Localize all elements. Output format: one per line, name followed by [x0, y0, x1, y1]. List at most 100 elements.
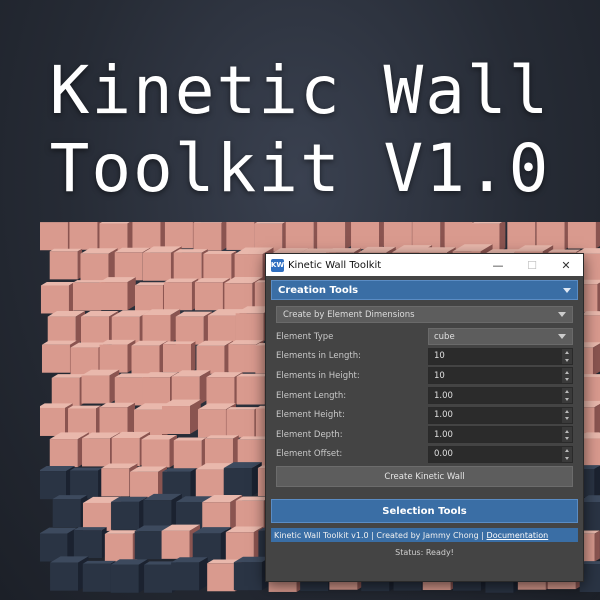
spin-arrows-icon[interactable] [562, 446, 572, 462]
cube-block [173, 437, 207, 469]
element-offset-spinbox[interactable]: 0.00 [428, 445, 573, 463]
spin-arrows-icon[interactable] [562, 348, 572, 364]
creation-tools-header[interactable]: Creation Tools [271, 280, 578, 300]
spin-arrows-icon[interactable] [562, 388, 572, 404]
spin-arrows-icon[interactable] [562, 427, 572, 443]
close-button[interactable]: ✕ [549, 259, 583, 272]
creation-tools-label: Creation Tools [278, 284, 359, 296]
credit-text: Kinetic Wall Toolkit v1.0 | Created by J… [274, 530, 484, 540]
cube-block [82, 560, 116, 592]
cube-block [173, 249, 208, 281]
chevron-down-icon [558, 334, 566, 340]
cube-block [70, 467, 103, 499]
elements-in-height-spinbox[interactable]: 10 [428, 367, 573, 385]
creation-mode-value: Create by Element Dimensions [283, 309, 415, 320]
app-logo-icon: KW [271, 258, 284, 272]
cube-block [192, 527, 232, 562]
cube-block [50, 556, 89, 591]
cube-block [40, 222, 73, 251]
element-height-label: Element Height: [276, 410, 345, 421]
element-offset-value: 0.00 [434, 449, 453, 460]
element-depth-value: 1.00 [434, 429, 453, 440]
cube-block [171, 370, 211, 405]
element-length-row: Element Length: 1.00 [276, 386, 573, 406]
cube-block [40, 403, 73, 436]
cube-block [162, 341, 196, 373]
documentation-link[interactable]: Documentation [487, 531, 549, 540]
status-text: Status: Ready! [395, 548, 454, 558]
element-depth-row: Element Depth: 1.00 [276, 425, 573, 445]
create-kinetic-wall-button[interactable]: Create Kinetic Wall [276, 466, 573, 488]
cube-block [141, 434, 177, 468]
cube-block [47, 311, 86, 345]
elements-in-height-label: Elements in Height: [276, 370, 360, 381]
cube-block [204, 435, 239, 467]
cube-block [99, 222, 137, 252]
cube-block [171, 557, 208, 591]
window-title: Kinetic Wall Toolkit [288, 259, 382, 271]
cube-block [567, 222, 600, 249]
cube-block [104, 530, 139, 562]
cube-block [99, 277, 136, 311]
hero-title: Kinetic Wall Toolkit V1.0 [0, 52, 600, 208]
elements-in-length-row: Elements in Length: 10 [276, 347, 573, 367]
element-length-value: 1.00 [434, 390, 453, 401]
cube-block [49, 248, 83, 280]
cube-block [225, 526, 264, 561]
maximize-button[interactable]: ☐ [515, 259, 549, 272]
cube-block [40, 281, 75, 314]
cube-block [40, 466, 75, 500]
element-depth-label: Element Depth: [276, 429, 343, 440]
elements-in-length-spinbox[interactable]: 10 [428, 347, 573, 365]
cube-block [203, 250, 237, 282]
cube-block [52, 495, 88, 528]
cube-block [81, 369, 120, 404]
hero-title-line-2: Toolkit V1.0 [49, 130, 551, 207]
elements-in-length-value: 10 [434, 351, 445, 362]
chevron-down-icon [558, 312, 566, 317]
element-type-value: cube [434, 331, 455, 342]
credit-line: Kinetic Wall Toolkit v1.0 | Created by J… [271, 528, 578, 543]
cube-block [223, 462, 262, 497]
hero-title-line-1: Kinetic Wall [49, 52, 551, 129]
element-offset-row: Element Offset: 0.00 [276, 445, 573, 465]
element-length-label: Element Length: [276, 390, 347, 401]
cube-block [142, 309, 181, 343]
creation-fields: Element Type cube Elements in Length: 10… [276, 327, 573, 464]
cube-block [99, 339, 136, 373]
cube-block [317, 222, 354, 250]
window-titlebar[interactable]: KW Kinetic Wall Toolkit — ☐ ✕ [266, 254, 583, 276]
cube-block [162, 399, 201, 435]
spin-arrows-icon[interactable] [562, 368, 572, 384]
collapse-arrow-icon [563, 287, 571, 293]
cube-block [68, 405, 101, 437]
cube-block [196, 340, 233, 374]
cube-block [131, 340, 168, 374]
element-type-label: Element Type [276, 331, 334, 342]
cube-block [51, 374, 86, 406]
cube-block [99, 402, 135, 436]
cube-block [351, 222, 385, 250]
elements-in-height-value: 10 [434, 370, 445, 381]
toolkit-window: KW Kinetic Wall Toolkit — ☐ ✕ Creation T… [265, 253, 584, 582]
element-type-dropdown[interactable]: cube [428, 328, 573, 346]
spin-arrows-icon[interactable] [562, 407, 572, 423]
cube-block [134, 282, 169, 314]
cube-block [175, 311, 213, 345]
creation-mode-dropdown[interactable]: Create by Element Dimensions [276, 306, 573, 323]
cube-block [80, 248, 118, 282]
element-height-value: 1.00 [434, 410, 453, 421]
minimize-button[interactable]: — [481, 259, 515, 272]
cube-block [193, 222, 227, 251]
selection-tools-header[interactable]: Selection Tools [271, 499, 578, 524]
element-height-spinbox[interactable]: 1.00 [428, 406, 573, 424]
element-depth-spinbox[interactable]: 1.00 [428, 426, 573, 444]
cube-block [163, 278, 199, 311]
cube-block [110, 559, 148, 593]
element-length-spinbox[interactable]: 1.00 [428, 387, 573, 405]
cube-block [226, 407, 259, 438]
element-offset-label: Element Offset: [276, 449, 343, 460]
cube-block [73, 527, 107, 559]
element-height-row: Element Height: 1.00 [276, 405, 573, 425]
cube-block [111, 496, 148, 530]
